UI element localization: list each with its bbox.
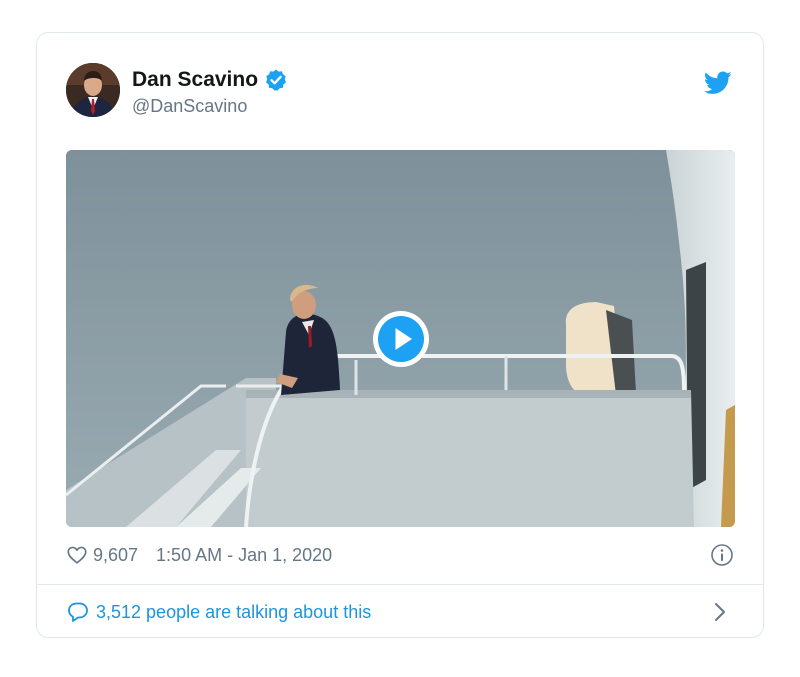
video-player[interactable] <box>66 150 735 527</box>
divider <box>37 584 763 585</box>
avatar-image <box>66 63 120 117</box>
comment-icon <box>66 600 90 624</box>
heart-icon <box>66 544 88 566</box>
like-button[interactable]: 9,607 <box>66 544 138 566</box>
info-icon[interactable] <box>710 543 734 567</box>
author-name-row: Dan Scavino <box>132 67 288 93</box>
author-handle[interactable]: @DanScavino <box>132 95 288 117</box>
avatar[interactable] <box>66 63 120 117</box>
play-button[interactable] <box>371 309 431 369</box>
tweet-header: Dan Scavino @DanScavino <box>66 63 734 119</box>
conversation-label: 3,512 people are talking about this <box>96 601 372 622</box>
author-name[interactable]: Dan Scavino <box>132 67 258 93</box>
author-block[interactable]: Dan Scavino @DanScavino <box>132 67 288 117</box>
twitter-bird-icon[interactable] <box>703 71 732 95</box>
verified-badge-icon <box>264 68 288 92</box>
conversation-link[interactable]: 3,512 people are talking about this <box>66 599 734 625</box>
tweet-meta: 9,607 1:50 AM - Jan 1, 2020 <box>66 541 734 569</box>
tweet-card: Dan Scavino @DanScavino 9,607 1:50 AM - … <box>36 32 764 638</box>
tweet-timestamp[interactable]: 1:50 AM - Jan 1, 2020 <box>156 545 332 566</box>
like-count: 9,607 <box>93 544 139 565</box>
chevron-right-icon[interactable] <box>714 602 726 622</box>
play-icon <box>373 311 429 367</box>
